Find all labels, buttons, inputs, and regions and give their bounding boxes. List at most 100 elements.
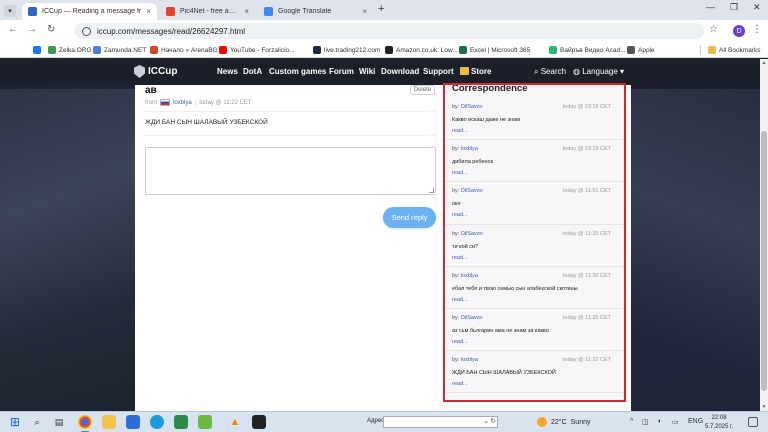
reply-textarea[interactable] xyxy=(145,147,436,195)
all-bookmarks-button[interactable]: All Bookmarks xyxy=(708,44,761,56)
item-author-link[interactable]: DilSavov xyxy=(461,188,483,194)
nav-support[interactable]: Support xyxy=(423,67,454,76)
bookmark-zelka[interactable]: Zelka.ORG xyxy=(48,44,92,56)
page-scrollbar[interactable]: ▲ ▼ xyxy=(760,59,768,411)
forward-icon[interactable]: → xyxy=(27,24,37,35)
notifications-icon[interactable] xyxy=(748,417,758,427)
bookmark-facebook[interactable] xyxy=(33,44,41,56)
nav-store[interactable]: Store xyxy=(460,67,491,76)
search-button[interactable]: ⌕ Search xyxy=(534,67,566,77)
read-more-link[interactable]: read... xyxy=(452,212,468,218)
read-more-link[interactable]: read... xyxy=(452,128,468,134)
bookmark-arenabg[interactable]: Начало » ArenaBG xyxy=(150,44,218,56)
resize-handle-icon[interactable] xyxy=(429,188,434,193)
clock[interactable]: 22:08 5.7.2025 г. xyxy=(705,414,733,432)
vlc-icon[interactable]: ▲ xyxy=(228,415,242,429)
read-more-link[interactable]: read... xyxy=(452,255,468,261)
start-icon[interactable]: ⊞ xyxy=(8,415,22,429)
input-language[interactable]: ENG xyxy=(688,418,703,425)
read-more-link[interactable]: read... xyxy=(452,339,468,345)
restore-icon[interactable]: ❐ xyxy=(730,2,738,13)
search-icon[interactable]: ⌕ xyxy=(30,415,44,429)
site-info-icon[interactable] xyxy=(82,26,91,36)
bookmark-zamunda[interactable]: Zamunda.NET xyxy=(93,44,146,56)
chevron-down-icon[interactable]: ⌄ xyxy=(483,417,489,425)
weather-widget[interactable]: 22°C Sunny xyxy=(537,417,591,427)
browser-menu-icon[interactable]: ⋮ xyxy=(752,24,762,35)
url-input[interactable]: iccup.com/messages/read/26624297.html xyxy=(74,23,704,39)
correspondence-panel: Correspondence by: DilSavov today @ 13:19… xyxy=(443,83,626,402)
bookmark-amazon[interactable]: Amazon.co.uk: Low... xyxy=(385,44,458,56)
profile-avatar[interactable]: D xyxy=(733,25,745,37)
apple-icon xyxy=(627,46,635,54)
correspondence-item: by: DilSavov today @ 11:51 CET окн read... xyxy=(445,182,624,225)
item-time: today @ 11:33 CET xyxy=(563,230,611,237)
chrome-icon[interactable] xyxy=(78,415,92,429)
tab-pic4net[interactable]: Pic4Net - free anonymous imag × xyxy=(160,3,255,20)
bookmark-youtube[interactable]: YouTube - Forzalicio... xyxy=(219,44,295,56)
bookmark-star-icon[interactable]: ☆ xyxy=(709,24,718,35)
nav-wiki[interactable]: Wiki xyxy=(359,67,375,76)
minimize-icon[interactable]: — xyxy=(706,2,715,12)
from-label: from xyxy=(145,99,157,106)
close-tab-icon[interactable]: × xyxy=(244,7,249,16)
edge-icon[interactable] xyxy=(150,415,164,429)
item-author-link[interactable]: DilSavov xyxy=(461,104,483,110)
delete-button[interactable]: Delete xyxy=(410,85,435,95)
bookmark-apple[interactable]: Apple xyxy=(627,44,655,56)
close-tab-icon[interactable]: × xyxy=(146,7,151,16)
tab-iccup[interactable]: ICCup — Reading a message fr × xyxy=(22,3,157,20)
go-icon[interactable]: ↻ xyxy=(490,417,496,425)
reload-icon[interactable]: ↻ xyxy=(47,24,55,35)
author-link[interactable]: loxblya xyxy=(173,100,192,106)
tray-overflow-icon[interactable]: ^ xyxy=(630,418,633,425)
address-toolbar-input[interactable]: ⌄ ↻ xyxy=(383,416,498,428)
item-author-link[interactable]: DilSavov xyxy=(461,315,483,321)
clock-date: 5.7.2025 г. xyxy=(705,424,734,430)
read-more-link[interactable]: read... xyxy=(452,297,468,303)
zelka-icon xyxy=(48,46,56,54)
item-author-link[interactable]: loxblya xyxy=(461,357,478,363)
nav-download[interactable]: Download xyxy=(381,67,419,76)
item-author-link[interactable]: loxblya xyxy=(461,146,478,152)
item-author-link[interactable]: loxblya xyxy=(461,273,478,279)
bookmark-video-academy[interactable]: Вайръв Видео Acad... xyxy=(549,44,626,56)
tab-google-translate[interactable]: Google Translate × xyxy=(258,3,373,20)
app-icon[interactable] xyxy=(174,415,188,429)
iccup-favicon-icon xyxy=(28,7,37,16)
close-tab-icon[interactable]: × xyxy=(362,7,367,16)
tab-search-icon[interactable]: ▾ xyxy=(4,5,16,17)
nav-forum[interactable]: Forum xyxy=(329,67,354,76)
nav-dota[interactable]: DotA xyxy=(243,67,262,76)
warcraft-icon[interactable] xyxy=(252,415,266,429)
scroll-down-icon[interactable]: ▼ xyxy=(761,404,767,410)
read-more-link[interactable]: read... xyxy=(452,381,468,387)
close-window-icon[interactable]: ✕ xyxy=(753,2,761,13)
network-icon[interactable]: ◫ xyxy=(642,418,649,426)
bookmark-excel[interactable]: Excel | Microsoft 365 xyxy=(459,44,530,56)
facebook-icon xyxy=(33,46,41,54)
correspondence-title: Correspondence xyxy=(452,83,528,94)
back-icon[interactable]: ← xyxy=(8,24,18,35)
new-tab-icon[interactable]: + xyxy=(378,3,384,15)
send-reply-button[interactable]: Send reply xyxy=(383,207,436,228)
bookmark-trading212[interactable]: live.trading212.com xyxy=(313,44,380,56)
task-view-icon[interactable]: ▤ xyxy=(52,415,66,429)
read-more-link[interactable]: read... xyxy=(452,170,468,176)
item-time: today @ 11:22 CET xyxy=(563,357,611,364)
iccup-logo[interactable]: ICCup xyxy=(134,65,177,78)
app-icon[interactable] xyxy=(198,415,212,429)
language-selector[interactable]: ◍ Language ▾ xyxy=(573,67,624,76)
file-explorer-icon[interactable] xyxy=(102,415,116,429)
outlook-icon[interactable] xyxy=(126,415,140,429)
scrollbar-thumb[interactable] xyxy=(761,131,767,391)
all-bookmarks-label: All Bookmarks xyxy=(719,46,761,54)
battery-icon[interactable]: ▭ xyxy=(672,418,679,426)
item-author-link[interactable]: DilSavov xyxy=(461,231,483,237)
trading212-icon xyxy=(313,46,321,54)
volume-icon[interactable]: ◖ xyxy=(657,418,661,425)
divider xyxy=(145,111,435,112)
nav-news[interactable]: News xyxy=(217,67,238,76)
scroll-up-icon[interactable]: ▲ xyxy=(761,60,767,66)
nav-custom-games[interactable]: Custom games xyxy=(269,67,326,76)
